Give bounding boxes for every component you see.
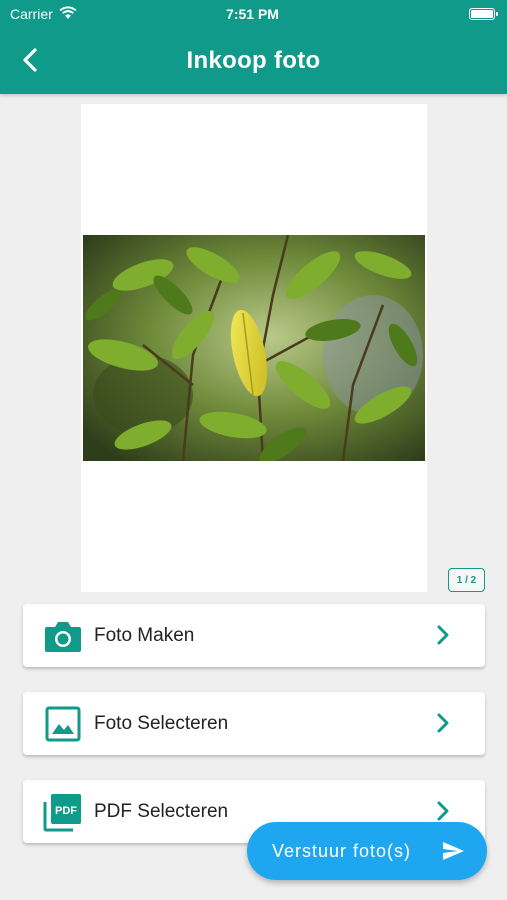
chevron-left-icon <box>23 48 37 72</box>
back-button[interactable] <box>14 44 46 76</box>
select-photo-button[interactable]: Foto Selecteren <box>23 692 485 755</box>
take-photo-button[interactable]: Foto Maken <box>23 604 485 667</box>
page-indicator: 1 / 2 <box>448 568 485 592</box>
chevron-right-icon <box>437 801 449 821</box>
svg-text:PDF: PDF <box>55 805 77 817</box>
battery-icon <box>468 8 498 20</box>
select-pdf-label: PDF Selecteren <box>94 800 229 822</box>
status-time: 7:51 PM <box>226 6 279 22</box>
select-photo-label: Foto Selecteren <box>94 712 229 734</box>
send-icon <box>443 842 464 860</box>
carrier-label: Carrier <box>10 6 53 22</box>
nav-bar: Inkoop foto <box>0 28 507 94</box>
image-icon <box>43 704 83 744</box>
status-bar: Carrier 7:51 PM <box>0 0 507 28</box>
take-photo-label: Foto Maken <box>94 624 195 646</box>
wifi-icon <box>59 5 77 23</box>
page-title: Inkoop foto <box>186 47 321 74</box>
send-photos-label: Verstuur foto(s) <box>272 840 412 861</box>
chevron-right-icon <box>437 713 449 733</box>
leaf-photo <box>83 235 425 461</box>
pdf-icon: PDF <box>43 792 83 832</box>
photo-preview[interactable] <box>81 104 427 592</box>
camera-icon <box>43 616 83 656</box>
send-photos-button[interactable]: Verstuur foto(s) <box>247 822 487 880</box>
chevron-right-icon <box>437 625 449 645</box>
